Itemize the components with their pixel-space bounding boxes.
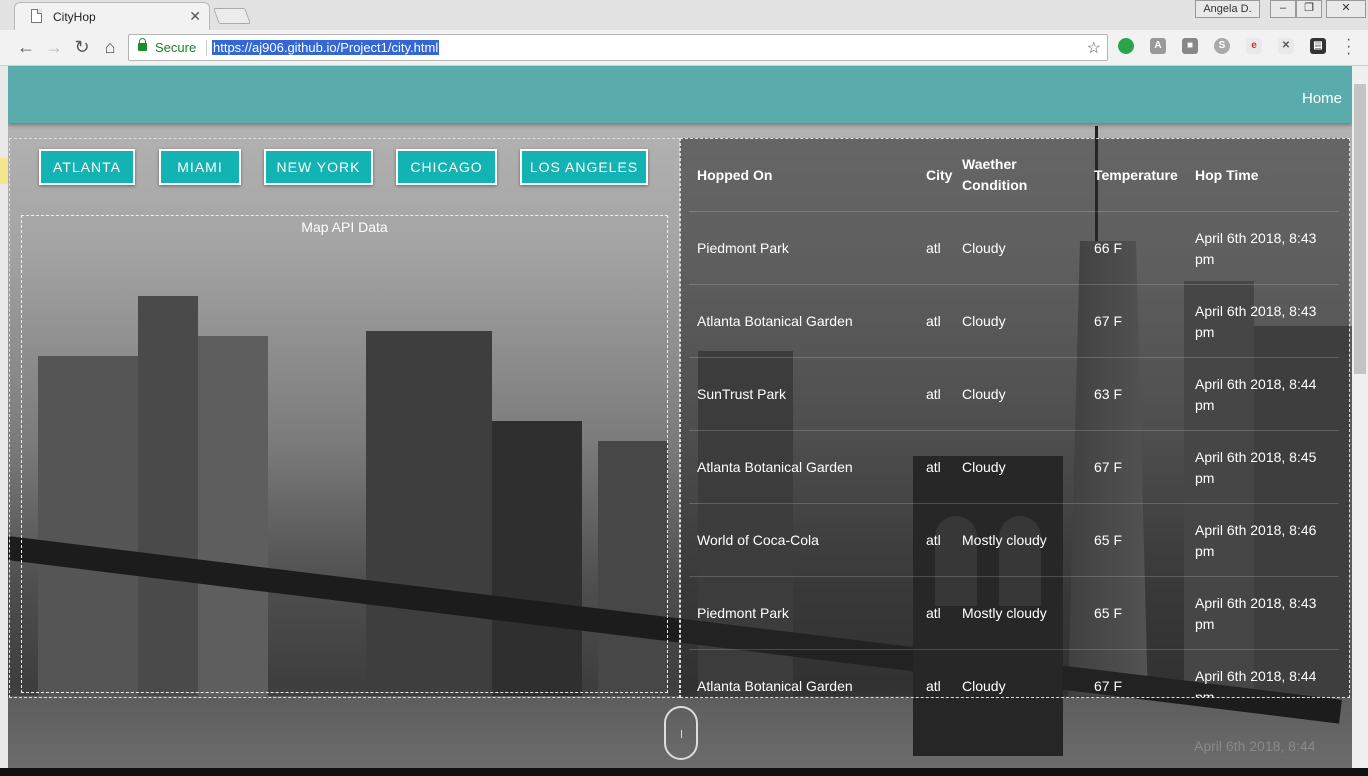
reload-icon[interactable]: ↻ (71, 37, 93, 58)
temperature-cell: 67 F (1094, 313, 1123, 329)
film-extension-icon[interactable]: ▤ (1310, 38, 1326, 54)
hop-time-cell: April 6th 2018, 8:46 pm (1195, 521, 1317, 559)
hopped-on-cell: SunTrust Park (697, 386, 786, 402)
chicago-button[interactable]: CHICAGO (396, 149, 497, 185)
city-cell: atl (926, 678, 941, 694)
city-panel: ATLANTA MIAMI NEW YORK CHICAGO LOS ANGEL… (9, 138, 680, 698)
hopped-on-cell: Atlanta Botanical Garden (697, 313, 853, 329)
weather-cell: Mostly cloudy (962, 605, 1047, 621)
column-header-city: City (926, 166, 953, 183)
hop-time-cell: April 6th 2018, 8:45 pm (1195, 448, 1317, 486)
atlanta-button[interactable]: ATLANTA (39, 149, 135, 185)
column-header-temperature: Temperature (1094, 166, 1178, 183)
overflow-hop-time-text: April 6th 2018, 8:44 (1194, 738, 1316, 754)
window-edge (0, 66, 8, 776)
city-cell: atl (926, 532, 941, 548)
back-icon[interactable]: ← (15, 37, 37, 58)
weather-cell: Cloudy (962, 386, 1006, 402)
notes-extension-icon[interactable]: ■ (1182, 38, 1198, 54)
map-label: Map API Data (301, 219, 388, 235)
temperature-cell: 66 F (1094, 240, 1123, 256)
hopped-on-cell: Piedmont Park (697, 240, 789, 256)
bookmark-star-icon[interactable]: ☆ (1087, 38, 1101, 58)
close-tab-icon[interactable]: ✕ (189, 8, 201, 25)
browser-chrome: CityHop ✕ Angela D. – ❐ ✕ ← → ↻ ⌂ Secure… (0, 0, 1368, 66)
tab-strip: CityHop ✕ Angela D. – ❐ ✕ (0, 0, 1368, 30)
evernote-extension-icon[interactable] (1118, 38, 1134, 54)
miami-button[interactable]: MIAMI (159, 149, 241, 185)
secure-label: Secure (155, 40, 197, 55)
table-row: Atlanta Botanical Garden atl Cloudy 67 F… (689, 284, 1339, 357)
table-row: Atlanta Botanical Garden atl Cloudy 67 F… (689, 649, 1339, 698)
city-cell: atl (926, 459, 941, 475)
map-container[interactable]: Map API Data (21, 215, 668, 693)
table-row: Piedmont Park atl Cloudy 66 F April 6th … (689, 211, 1339, 284)
lock-icon (138, 38, 147, 51)
table-row: World of Coca-Cola atl Mostly cloudy 65 … (689, 503, 1339, 576)
sticky-note-icon (0, 158, 8, 184)
table-row: Atlanta Botanical Garden atl Cloudy 67 F… (689, 430, 1339, 503)
weather-cell: Cloudy (962, 240, 1006, 256)
window-close-icon[interactable]: ✕ (1326, 0, 1366, 18)
scrollbar-thumb[interactable] (1354, 84, 1366, 374)
hopped-on-cell: Atlanta Botanical Garden (697, 678, 853, 694)
weather-cell: Cloudy (962, 678, 1006, 694)
home-icon[interactable]: ⌂ (99, 37, 121, 58)
hop-history-panel: Hopped On City Waether Condition Tempera… (680, 138, 1350, 698)
temperature-cell: 65 F (1094, 532, 1123, 548)
forward-icon[interactable]: → (43, 37, 65, 58)
scroll-down-indicator[interactable] (664, 706, 698, 760)
hopped-on-cell: Atlanta Botanical Garden (697, 459, 853, 475)
new-tab-button[interactable] (213, 8, 251, 24)
city-cell: atl (926, 386, 941, 402)
weather-cell: Cloudy (962, 459, 1006, 475)
minimize-icon[interactable]: – (1270, 0, 1296, 18)
browser-tab[interactable]: CityHop ✕ (14, 2, 210, 30)
city-cell: atl (926, 240, 941, 256)
temperature-cell: 67 F (1094, 459, 1123, 475)
los-angeles-button[interactable]: LOS ANGELES (520, 149, 648, 185)
hop-time-cell: April 6th 2018, 8:43 pm (1195, 229, 1317, 267)
city-cell: atl (926, 313, 941, 329)
temperature-cell: 63 F (1094, 386, 1123, 402)
address-bar[interactable]: Secure https://aj906.github.io/Project1/… (128, 34, 1108, 61)
site-navbar: Home (8, 66, 1352, 123)
hopped-on-cell: Piedmont Park (697, 605, 789, 621)
column-header-weather: Waether Condition (962, 156, 1028, 193)
divider (206, 40, 207, 56)
column-header-hopped-on: Hopped On (697, 166, 773, 183)
font-extension-icon[interactable]: A (1150, 38, 1166, 54)
weather-cell: Cloudy (962, 313, 1006, 329)
hop-time-cell: April 6th 2018, 8:44 pm (1195, 375, 1317, 413)
column-header-hop-time: Hop Time (1195, 166, 1259, 183)
profile-button[interactable]: Angela D. (1195, 0, 1260, 18)
temperature-cell: 67 F (1094, 678, 1123, 694)
page-scrollbar[interactable] (1352, 66, 1368, 768)
city-cell: atl (926, 605, 941, 621)
ebay-extension-icon[interactable]: e (1246, 38, 1262, 54)
page-viewport: Home ATLANTA MIAMI NEW YORK CHICAGO LOS … (8, 66, 1352, 768)
weather-cell: Mostly cloudy (962, 532, 1047, 548)
hop-time-cell: April 6th 2018, 8:43 pm (1195, 594, 1317, 632)
new-york-button[interactable]: NEW YORK (264, 149, 373, 185)
page-icon (31, 9, 42, 23)
browser-menu-icon[interactable]: · · · (1346, 32, 1351, 62)
nav-home-link[interactable]: Home (1302, 90, 1342, 107)
hop-time-cell: April 6th 2018, 8:44 pm (1195, 667, 1317, 698)
hop-time-cell: April 6th 2018, 8:43 pm (1195, 302, 1317, 340)
browser-toolbar: ← → ↻ ⌂ Secure https://aj906.github.io/P… (0, 30, 1368, 66)
table-row: Piedmont Park atl Mostly cloudy 65 F Apr… (689, 576, 1339, 649)
hopped-on-cell: World of Coca-Cola (697, 532, 819, 548)
window-bottom-edge (0, 768, 1368, 776)
url-text[interactable]: https://aj906.github.io/Project1/city.ht… (212, 40, 440, 55)
tab-title: CityHop (53, 10, 96, 24)
table-row: SunTrust Park atl Cloudy 63 F April 6th … (689, 357, 1339, 430)
skype-extension-icon[interactable]: S (1214, 38, 1230, 54)
temperature-cell: 65 F (1094, 605, 1123, 621)
tools-extension-icon[interactable]: ✕ (1278, 38, 1294, 54)
maximize-icon[interactable]: ❐ (1296, 0, 1322, 18)
